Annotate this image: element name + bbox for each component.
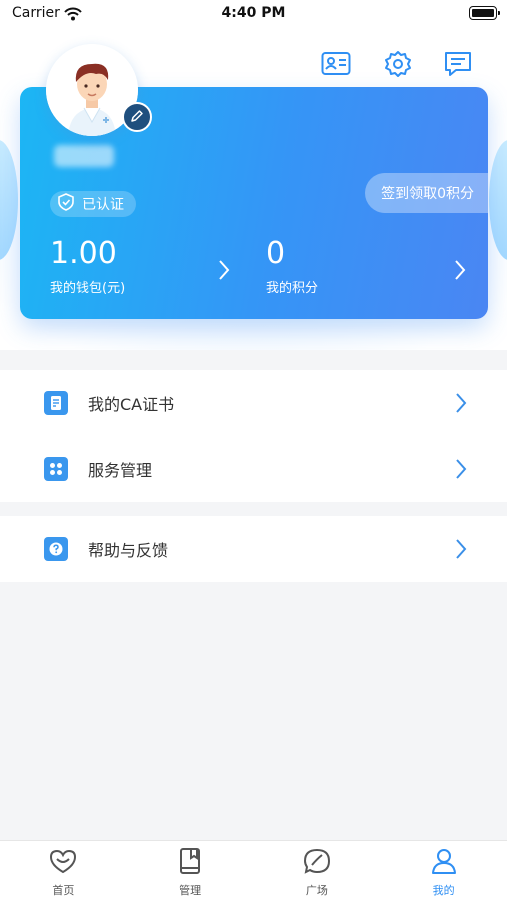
certificate-icon xyxy=(44,391,68,415)
points-value: 0 xyxy=(266,236,286,271)
grid-icon xyxy=(44,457,68,481)
chevron-right-icon xyxy=(455,392,467,418)
user-name-blurred xyxy=(54,145,114,167)
verified-label: 已认证 xyxy=(82,197,124,213)
menu-group-help: 帮助与反馈 xyxy=(0,516,507,582)
points-label: 我的积分 xyxy=(266,281,319,296)
wallet-stat[interactable]: 1.00 我的钱包(元) xyxy=(50,237,230,307)
tab-label: 我的 xyxy=(432,884,455,897)
book-icon xyxy=(175,847,205,879)
wallet-value: 1.00 xyxy=(50,236,117,271)
menu-item-label: 服务管理 xyxy=(88,461,153,480)
menu-group-main: 我的CA证书 服务管理 xyxy=(0,370,507,502)
points-stat[interactable]: 0 我的积分 xyxy=(266,237,466,307)
profile-header: 已认证 签到领取0积分 1.00 我的钱包(元) 0 我的积分 xyxy=(0,30,507,350)
battery-icon xyxy=(469,6,500,20)
content-background xyxy=(0,582,507,840)
chevron-right-icon xyxy=(455,458,467,484)
tab-bar: 首页 管理 广场 我的 xyxy=(0,840,507,900)
pencil-icon xyxy=(130,108,144,127)
tab-mine[interactable]: 我的 xyxy=(380,841,507,900)
menu-item-label: 我的CA证书 xyxy=(88,395,175,414)
chevron-right-icon xyxy=(454,259,466,285)
menu-item-label: 帮助与反馈 xyxy=(88,541,169,560)
tab-management[interactable]: 管理 xyxy=(127,841,254,900)
clock: 4:40 PM xyxy=(221,5,286,21)
gear-icon[interactable] xyxy=(382,48,414,80)
tab-label: 广场 xyxy=(305,884,328,897)
tab-plaza[interactable]: 广场 xyxy=(254,841,381,900)
menu-item-service-management[interactable]: 服务管理 xyxy=(0,436,507,502)
tab-label: 首页 xyxy=(52,884,75,897)
menu-item-ca-certificate[interactable]: 我的CA证书 xyxy=(0,370,507,436)
verified-badge: 已认证 xyxy=(50,191,136,217)
help-icon xyxy=(44,537,68,561)
person-icon xyxy=(429,847,459,879)
edit-avatar-button[interactable] xyxy=(122,102,152,132)
tab-label: 管理 xyxy=(179,884,202,897)
wallet-label: 我的钱包(元) xyxy=(50,281,126,296)
tab-home[interactable]: 首页 xyxy=(0,841,127,900)
chevron-right-icon xyxy=(455,538,467,564)
menu-item-help-feedback[interactable]: 帮助与反馈 xyxy=(0,516,507,582)
heart-icon xyxy=(48,847,78,879)
shield-icon xyxy=(58,193,74,215)
status-bar: Carrier 4:40 PM xyxy=(0,0,507,30)
chat-bubble-icon xyxy=(302,847,332,879)
message-icon[interactable] xyxy=(442,48,474,80)
checkin-button[interactable]: 签到领取0积分 xyxy=(365,173,488,213)
chevron-right-icon xyxy=(218,259,230,285)
id-card-icon[interactable] xyxy=(320,48,352,80)
